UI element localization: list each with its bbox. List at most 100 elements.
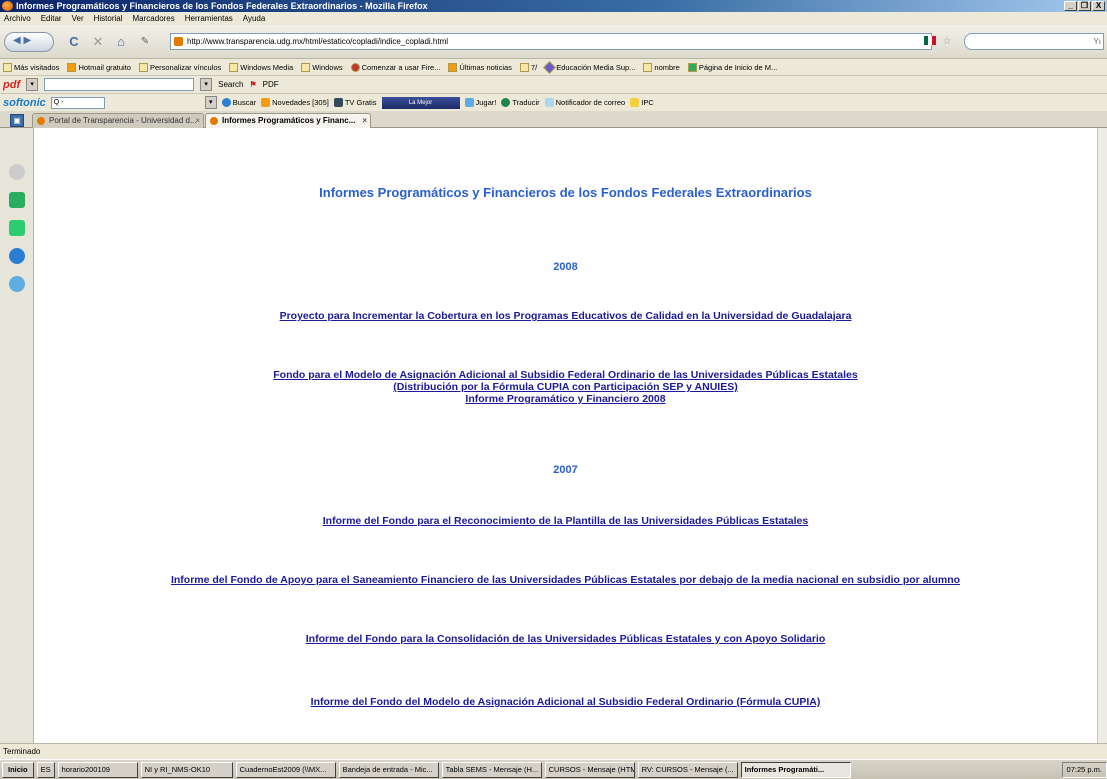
- year-heading-2008: 2008: [553, 261, 578, 273]
- download-icon[interactable]: [9, 192, 25, 208]
- taskbar-item-tabla-sems[interactable]: Tabla SEMS - Mensaje (H...: [441, 761, 542, 778]
- bookmark-hotmail[interactable]: Hotmail gratuito: [67, 62, 131, 72]
- bookmark-personalizar[interactable]: Personalizar vínculos: [138, 62, 221, 72]
- pdf-search-input[interactable]: [44, 78, 195, 91]
- bookmark-mas-visitados[interactable]: Más visitados: [3, 62, 59, 72]
- link-proyecto-cobertura[interactable]: Proyecto para Incrementar la Cobertura e…: [34, 310, 1097, 322]
- diamond-icon: [543, 60, 557, 74]
- window-title: Informes Programáticos y Financieros de …: [16, 1, 428, 11]
- softonic-jugar-button[interactable]: Jugar!: [464, 98, 496, 107]
- taskbar-item-rv-cursos[interactable]: RV: CURSOS - Mensaje (...: [637, 761, 738, 778]
- taskbar-item-horario[interactable]: horario200109: [57, 761, 138, 778]
- vertical-scrollbar[interactable]: [1097, 128, 1107, 743]
- tv-icon: [333, 98, 343, 107]
- link-fondo-formula-cupia[interactable]: Informe del Fondo del Modelo de Asignaci…: [34, 696, 1097, 708]
- softonic-dropdown[interactable]: ▾: [204, 96, 217, 109]
- system-tray: 07:25 p.m.: [1061, 761, 1107, 778]
- stop-button[interactable]: ✕: [90, 33, 106, 51]
- language-indicator[interactable]: ES: [36, 761, 55, 778]
- status-bar: Terminado: [0, 743, 1107, 759]
- menu-herramientas[interactable]: Herramientas: [185, 14, 233, 23]
- close-window-button[interactable]: X: [1092, 1, 1105, 11]
- tab-favicon-icon: [210, 117, 218, 125]
- softonic-novedades-button[interactable]: Novedades [305]: [261, 98, 329, 107]
- history-icon[interactable]: [9, 164, 25, 180]
- pdf-button[interactable]: PDF: [263, 80, 279, 89]
- url-bar[interactable]: http://www.transparencia.udg.mx/html/est…: [170, 33, 932, 50]
- url-text: http://www.transparencia.udg.mx/html/est…: [187, 37, 449, 46]
- close-tab-icon[interactable]: ×: [195, 114, 200, 128]
- back-forward-button[interactable]: ◀ ▶: [4, 32, 54, 52]
- menu-ayuda[interactable]: Ayuda: [243, 14, 266, 23]
- clock[interactable]: 07:25 p.m.: [1067, 765, 1102, 774]
- novedades-icon: [261, 98, 271, 107]
- minimize-button[interactable]: _: [1064, 1, 1077, 11]
- radio-player[interactable]: La Mejor: [381, 96, 460, 109]
- link-fondo-saneamiento-financiero[interactable]: Informe del Fondo de Apoyo para el Sanea…: [34, 574, 1097, 586]
- reload-button[interactable]: C: [66, 33, 82, 51]
- translate-icon: [501, 98, 511, 107]
- home-button[interactable]: ⌂: [112, 33, 130, 51]
- close-tab-icon[interactable]: ×: [362, 114, 367, 128]
- bookmark-icon: [643, 62, 653, 72]
- gear-icon[interactable]: [9, 248, 25, 264]
- tab-informes-programaticos[interactable]: Informes Programáticos y Financ... ×: [205, 113, 371, 128]
- window-controls: _ ❐ X: [1064, 1, 1105, 11]
- menu-marcadores[interactable]: Marcadores: [133, 14, 175, 23]
- addons-icon[interactable]: [9, 220, 25, 236]
- softonic-buscar-button[interactable]: Buscar: [221, 98, 256, 107]
- bookmark-star-icon[interactable]: ✎: [138, 33, 152, 51]
- info-icon[interactable]: [9, 276, 25, 292]
- softonic-notificador-button[interactable]: Notificador de correo: [544, 98, 625, 107]
- restore-button[interactable]: ❐: [1078, 1, 1091, 11]
- pdf-search-dropdown[interactable]: ▾: [200, 78, 213, 91]
- menu-ver[interactable]: Ver: [72, 14, 84, 23]
- link-fondo-reconocimiento-plantilla[interactable]: Informe del Fondo para el Reconocimiento…: [34, 515, 1097, 527]
- softonic-tv-button[interactable]: TV Gratis: [333, 98, 377, 107]
- softonic-traducir-button[interactable]: Traducir: [501, 98, 540, 107]
- pdf-logo: pdf: [3, 78, 21, 91]
- tab-label: Informes Programáticos y Financ...: [222, 116, 356, 125]
- bookmark-windows[interactable]: Windows: [301, 62, 343, 72]
- pdf-toolbar: pdf ▾ ▾ Search ⚑ PDF: [0, 75, 1107, 93]
- mail-icon: [544, 98, 554, 107]
- link-fondo-consolidacion[interactable]: Informe del Fondo para la Consolidación …: [34, 633, 1097, 645]
- taskbar-item-bandeja[interactable]: Bandeja de entrada - Mic...: [338, 761, 439, 778]
- mexico-flag-icon: [924, 36, 936, 45]
- bookmark-icon: [301, 62, 311, 72]
- menu-editar[interactable]: Editar: [41, 14, 62, 23]
- bookmark-icon: [138, 62, 148, 72]
- rss-icon: [448, 62, 458, 72]
- bookmark-nombre[interactable]: nombre: [643, 62, 680, 72]
- tab-favicon-icon: [37, 117, 45, 125]
- taskbar-item-cursos[interactable]: CURSOS - Mensaje (HTML): [544, 761, 635, 778]
- bookmark-pagina-inicio[interactable]: Página de Inicio de M...: [687, 62, 777, 72]
- taskbar-item-informes[interactable]: Informes Programáti...: [740, 761, 851, 778]
- menu-historial[interactable]: Historial: [94, 14, 123, 23]
- pdf-search-button[interactable]: Search: [218, 80, 243, 89]
- softonic-ipc-button[interactable]: IPC: [630, 98, 654, 107]
- link-fondo-modelo-asignacion[interactable]: Fondo para el Modelo de Asignación Adici…: [34, 369, 1097, 405]
- bookmark-7[interactable]: 7/: [519, 62, 537, 72]
- softonic-search-input[interactable]: Q -: [50, 96, 105, 109]
- year-heading-2007: 2007: [553, 464, 578, 476]
- site-favicon-icon: [174, 37, 183, 46]
- firefox-bookmark-icon: [350, 62, 360, 72]
- bookmark-educacion-media[interactable]: Educación Media Sup...: [543, 60, 635, 74]
- bookmark-comenzar-firefox[interactable]: Comenzar a usar Fire...: [350, 62, 440, 72]
- bookmark-icon: [229, 62, 239, 72]
- search-input[interactable]: Yı: [964, 33, 1104, 50]
- pdf-dropdown-arrow[interactable]: ▾: [26, 78, 39, 91]
- page-title: Informes Programáticos y Financieros de …: [319, 185, 812, 200]
- taskbar-item-ni-ri[interactable]: NI y RI_NMS-OK10: [140, 761, 233, 778]
- bookmark-windows-media[interactable]: Windows Media: [229, 62, 293, 72]
- tab-portal-transparencia[interactable]: Portal de Transparencia - Universidad d.…: [32, 113, 204, 128]
- start-button[interactable]: Inicio: [2, 761, 34, 778]
- tab-list-button[interactable]: ▣: [10, 114, 24, 127]
- game-icon: [464, 98, 474, 107]
- bookmark-ultimas-noticias[interactable]: Últimas noticias: [448, 62, 512, 72]
- window-title-bar: Informes Programáticos y Financieros de …: [0, 0, 1107, 12]
- menu-archivo[interactable]: Archivo: [4, 14, 31, 23]
- taskbar-item-cuaderno[interactable]: CuadernoEst2009 (\\MX...: [235, 761, 336, 778]
- star-icon[interactable]: ☆: [940, 33, 954, 51]
